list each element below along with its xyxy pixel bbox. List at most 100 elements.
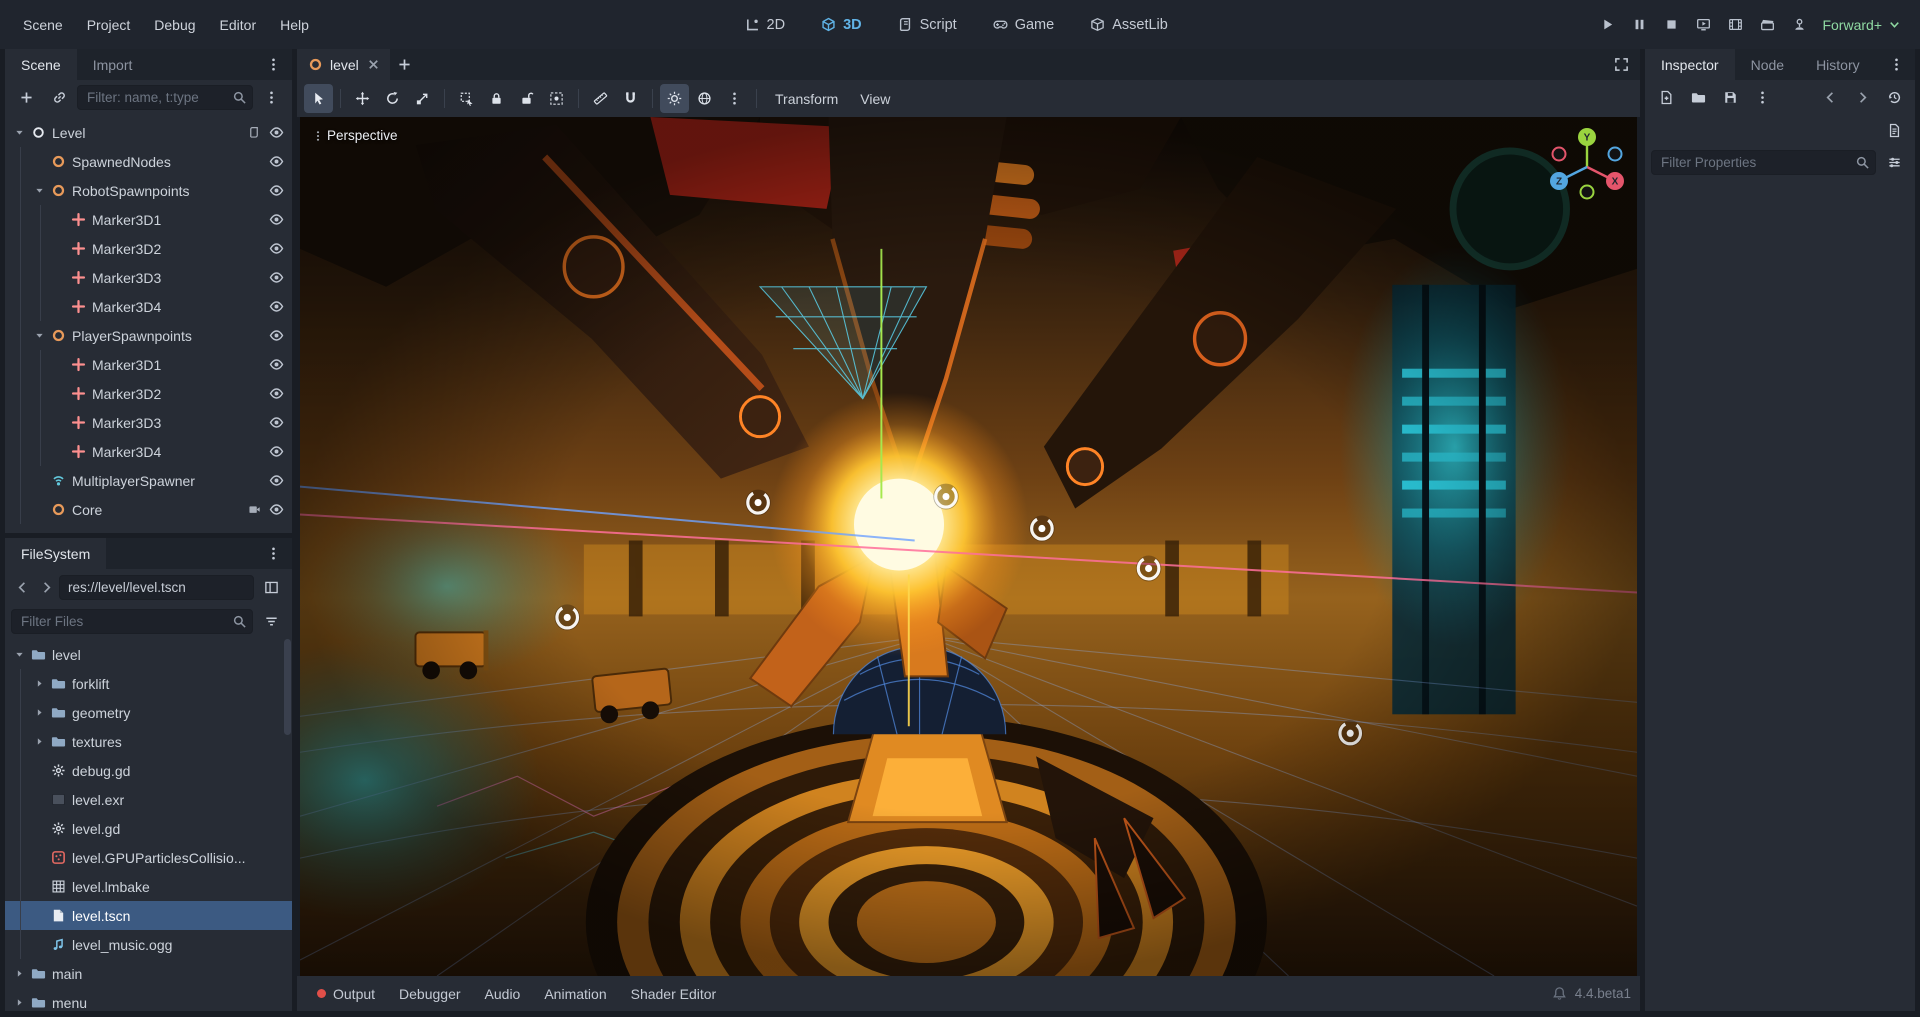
scene-node-row[interactable]: Marker3D2: [5, 379, 292, 408]
edit-prev-object-button[interactable]: [1815, 83, 1845, 113]
new-scene-tab-button[interactable]: [390, 49, 420, 80]
scene-node-row[interactable]: Marker3D4: [5, 292, 292, 321]
add-node-button[interactable]: [11, 83, 41, 113]
load-resource-button[interactable]: [1683, 83, 1713, 113]
file-row[interactable]: menu: [5, 988, 292, 1011]
bottom-tab-audio[interactable]: Audio: [474, 980, 532, 1008]
file-sort-button[interactable]: [256, 606, 286, 636]
current-path-input[interactable]: [59, 575, 254, 600]
visibility-toggle[interactable]: [264, 444, 288, 459]
file-row[interactable]: debug.gd: [5, 756, 292, 785]
workspace-script[interactable]: Script: [885, 11, 970, 39]
file-row[interactable]: level.gd: [5, 814, 292, 843]
menu-debug[interactable]: Debug: [143, 10, 206, 40]
file-row[interactable]: main: [5, 959, 292, 988]
select-box-button[interactable]: [452, 84, 481, 113]
scene-node-row[interactable]: Marker3D3: [5, 408, 292, 437]
visibility-toggle[interactable]: [264, 473, 288, 488]
stop-button[interactable]: [1656, 10, 1686, 40]
visibility-toggle[interactable]: [264, 299, 288, 314]
file-row[interactable]: level: [5, 640, 292, 669]
distraction-free-button[interactable]: [1606, 50, 1636, 80]
visibility-toggle[interactable]: [264, 386, 288, 401]
expand-arrow-icon[interactable]: [31, 185, 48, 196]
movie-film-button[interactable]: [1720, 10, 1750, 40]
workspace-assetlib[interactable]: AssetLib: [1077, 11, 1181, 39]
input-device-button[interactable]: [1784, 10, 1814, 40]
perspective-menu[interactable]: Perspective: [308, 125, 406, 146]
new-resource-button[interactable]: [1651, 83, 1681, 113]
open-docs-button[interactable]: [1879, 115, 1909, 145]
axis-gizmo[interactable]: Y X Z: [1543, 121, 1631, 209]
expand-arrow-icon[interactable]: [11, 968, 28, 979]
visibility-toggle[interactable]: [264, 502, 288, 517]
scene-dock-tab-import[interactable]: Import: [77, 49, 149, 80]
visibility-toggle[interactable]: [264, 415, 288, 430]
file-row[interactable]: textures: [5, 727, 292, 756]
inspector-tab-inspector[interactable]: Inspector: [1645, 49, 1735, 80]
movie-clapper-button[interactable]: [1752, 10, 1782, 40]
renderer-select[interactable]: Forward+: [1816, 13, 1908, 37]
ruler-button[interactable]: [586, 84, 615, 113]
select-button[interactable]: [304, 84, 333, 113]
workspace-game[interactable]: Game: [980, 11, 1068, 39]
snap-button[interactable]: [616, 84, 645, 113]
scene-extra-menu-button[interactable]: [256, 83, 286, 113]
sun-preview-button[interactable]: [660, 84, 689, 113]
group-button[interactable]: [542, 84, 571, 113]
scene-node-row[interactable]: Level: [5, 118, 292, 147]
file-row[interactable]: level.tscn: [5, 901, 292, 930]
bottom-tab-output[interactable]: Output: [306, 980, 386, 1008]
move-button[interactable]: [348, 84, 377, 113]
workspace-3d[interactable]: 3D: [808, 11, 875, 39]
filesystem-menu-button[interactable]: [258, 539, 288, 569]
transform-menu[interactable]: Transform: [764, 86, 849, 112]
file-row[interactable]: level.lmbake: [5, 872, 292, 901]
visibility-toggle[interactable]: [264, 212, 288, 227]
inspector-menu-button[interactable]: [1881, 50, 1911, 80]
history-forward-button[interactable]: [35, 572, 57, 602]
scene-node-row[interactable]: SpawnedNodes: [5, 147, 292, 176]
file-row[interactable]: level.exr: [5, 785, 292, 814]
scene-dock-menu-button[interactable]: [258, 50, 288, 80]
file-row[interactable]: forklift: [5, 669, 292, 698]
expand-arrow-icon[interactable]: [31, 707, 48, 718]
file-row[interactable]: level_music.ogg: [5, 930, 292, 959]
file-filter-input[interactable]: [11, 609, 253, 634]
file-row[interactable]: geometry: [5, 698, 292, 727]
scene-node-row[interactable]: Marker3D1: [5, 205, 292, 234]
visibility-toggle[interactable]: [264, 357, 288, 372]
split-mode-button[interactable]: [256, 572, 286, 602]
viewport-3d-render[interactable]: [300, 117, 1637, 976]
bottom-tab-shader-editor[interactable]: Shader Editor: [620, 980, 728, 1008]
expand-arrow-icon[interactable]: [11, 997, 28, 1008]
scene-node-row[interactable]: Marker3D3: [5, 263, 292, 292]
instance-scene-button[interactable]: [44, 83, 74, 113]
workspace-2d[interactable]: 2D: [732, 11, 799, 39]
view-menu[interactable]: View: [849, 86, 901, 112]
visibility-toggle[interactable]: [264, 183, 288, 198]
menu-project[interactable]: Project: [76, 10, 142, 40]
extra-options-button[interactable]: [720, 84, 749, 113]
scene-node-row[interactable]: Marker3D4: [5, 437, 292, 466]
visibility-toggle[interactable]: [264, 270, 288, 285]
remote-debug-button[interactable]: [1688, 10, 1718, 40]
menu-editor[interactable]: Editor: [209, 10, 268, 40]
bottom-tab-animation[interactable]: Animation: [533, 980, 617, 1008]
menu-help[interactable]: Help: [269, 10, 320, 40]
expand-arrow-icon[interactable]: [31, 678, 48, 689]
close-icon[interactable]: [366, 57, 381, 72]
inspector-tab-node[interactable]: Node: [1735, 49, 1800, 80]
resource-extra-button[interactable]: [1747, 83, 1777, 113]
object-history-button[interactable]: [1879, 83, 1909, 113]
scene-tab-level[interactable]: level: [297, 49, 390, 80]
visibility-toggle[interactable]: [264, 125, 288, 140]
tab-filesystem[interactable]: FileSystem: [5, 538, 106, 569]
property-filter-input[interactable]: [1651, 150, 1876, 175]
visibility-toggle[interactable]: [264, 328, 288, 343]
scene-dock-tab-scene[interactable]: Scene: [5, 49, 77, 80]
scene-node-row[interactable]: RobotSpawnpoints: [5, 176, 292, 205]
scene-node-row[interactable]: Core: [5, 495, 292, 524]
scene-node-row[interactable]: Marker3D1: [5, 350, 292, 379]
edit-next-object-button[interactable]: [1847, 83, 1877, 113]
